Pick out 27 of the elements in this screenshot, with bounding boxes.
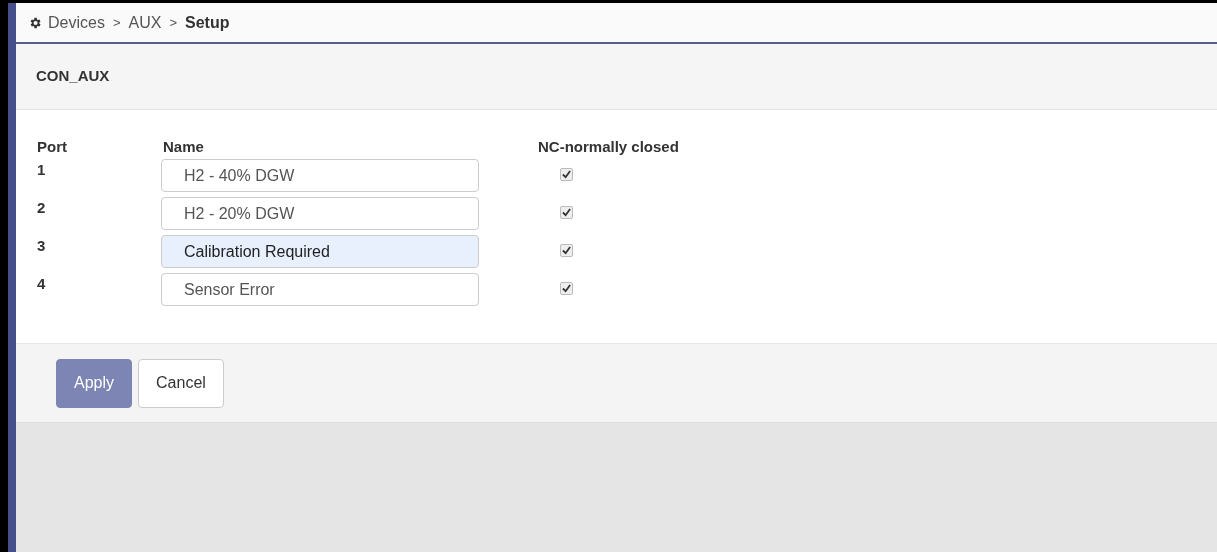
gear-icon — [28, 15, 42, 30]
name-field[interactable]: H2 - 40% DGW — [161, 159, 479, 192]
breadcrumb-link[interactable]: Devices — [48, 10, 105, 35]
check-icon — [562, 284, 571, 293]
breadcrumb-link[interactable]: AUX — [128, 10, 162, 35]
cancel-button[interactable]: Cancel — [138, 358, 224, 408]
port-number: 3 — [37, 236, 47, 256]
name-field[interactable]: Sensor Error — [161, 273, 479, 306]
column-header: Name — [163, 137, 205, 157]
checkbox[interactable] — [560, 206, 573, 219]
column-header: Port — [37, 137, 68, 157]
check-icon — [562, 170, 571, 179]
name-field[interactable]: Calibration Required — [161, 235, 479, 268]
panel-title: CON_AUX — [36, 66, 110, 87]
port-number: 4 — [37, 274, 47, 294]
breadcrumb-separator: > — [168, 13, 178, 32]
breadcrumb-separator: > — [111, 13, 122, 32]
checkbox[interactable] — [560, 282, 573, 295]
check-icon — [562, 246, 571, 255]
checkbox[interactable] — [560, 244, 573, 257]
name-field[interactable]: H2 - 20% DGW — [161, 197, 479, 230]
port-number: 2 — [37, 198, 47, 218]
breadcrumb-current: Setup — [185, 12, 230, 33]
column-header: NC-normally closed — [538, 137, 679, 157]
checkbox[interactable] — [560, 168, 573, 181]
check-icon — [562, 208, 571, 217]
port-number: 1 — [37, 160, 47, 180]
